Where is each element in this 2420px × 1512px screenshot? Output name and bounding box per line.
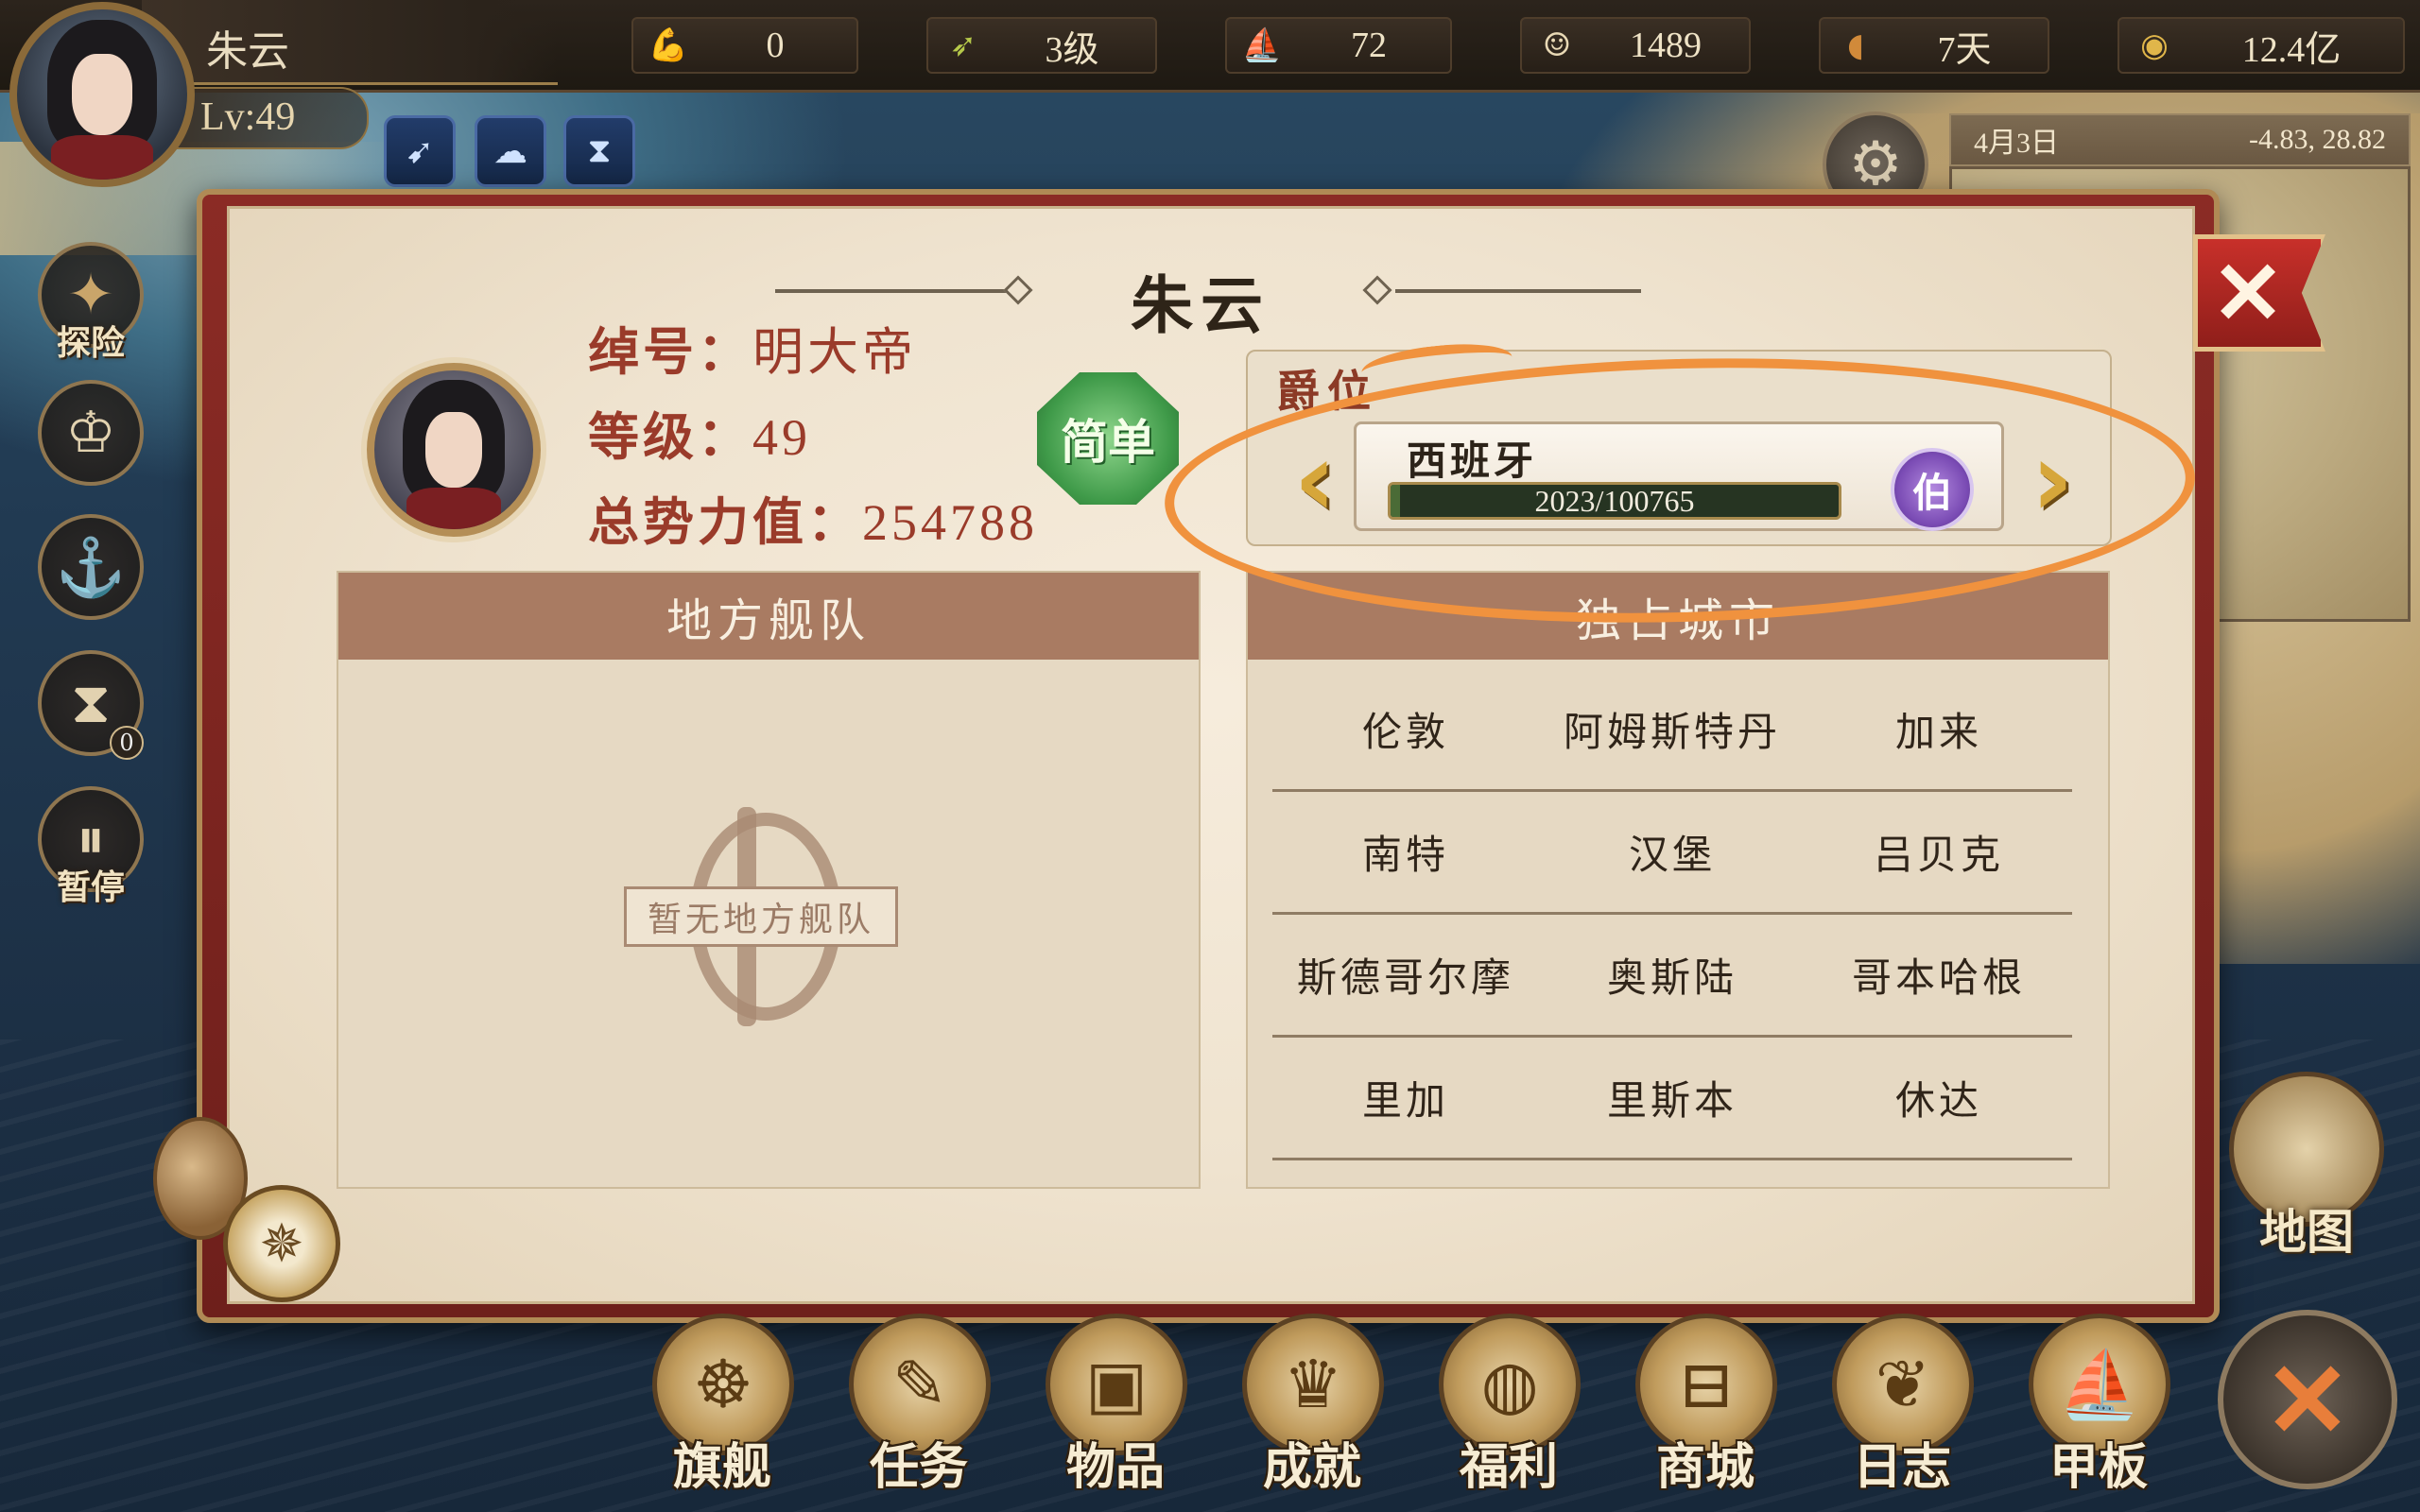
city-item[interactable]: 休达 bbox=[1806, 1069, 2072, 1126]
anchor-button[interactable]: ⚓ bbox=[38, 514, 144, 620]
level-label: 等级： bbox=[588, 406, 752, 467]
nickname-row: 绰号：明大帝 bbox=[588, 310, 917, 385]
bottom-menu-label: 福利 bbox=[1459, 1438, 1558, 1496]
bottom-menu-journal[interactable]: ❦ 日志 bbox=[1817, 1314, 1987, 1512]
bottom-menu-items[interactable]: ▣ 物品 bbox=[1030, 1314, 1201, 1512]
resource-ships[interactable]: ⛵ 72 bbox=[1225, 17, 1452, 74]
dialog-title: 朱云 bbox=[1131, 268, 1270, 342]
power-label: 总势力值： bbox=[588, 491, 862, 552]
city-row: 斯德哥尔摩 奥斯陆 哥本哈根 bbox=[1272, 915, 2072, 1038]
bottom-menu-label: 日志 bbox=[1852, 1438, 1951, 1496]
resource-sailors[interactable]: ☺ 1489 bbox=[1520, 17, 1751, 74]
bottom-menu-welfare[interactable]: ◍ 福利 bbox=[1424, 1314, 1594, 1512]
bread-icon: ◖ bbox=[1847, 26, 1864, 64]
power-row: 总势力值：254788 bbox=[588, 480, 1038, 555]
ship-coordinates: -4.83, 28.82 bbox=[2249, 124, 2386, 155]
city-row: 里加 里斯本 休达 bbox=[1272, 1038, 2072, 1160]
bottom-menu-label: 旗舰 bbox=[672, 1438, 771, 1496]
resource-value: 1489 bbox=[1630, 26, 1702, 65]
level-row: 等级：49 bbox=[588, 395, 811, 470]
player-name-plate bbox=[142, 0, 558, 85]
city-item[interactable]: 吕贝克 bbox=[1806, 823, 2072, 881]
player-avatar[interactable] bbox=[9, 2, 195, 187]
city-item[interactable]: 南特 bbox=[1272, 823, 1539, 881]
date-coordinates-box: 4月3日 -4.83, 28.82 bbox=[1949, 113, 2411, 166]
difficulty-label: 简单 bbox=[1037, 372, 1179, 505]
close-icon: ✕ bbox=[2211, 242, 2285, 344]
resource-value: 7天 bbox=[1937, 29, 1992, 70]
resource-gold[interactable]: ◉ 12.4亿 bbox=[2118, 17, 2405, 74]
crossed-swords-icon: ✕ bbox=[2263, 1338, 2352, 1461]
bottom-menu-label: 物品 bbox=[1065, 1438, 1165, 1496]
bottom-menu-shop[interactable]: ⊟ 商城 bbox=[1620, 1314, 1790, 1512]
player-name: 朱云 bbox=[206, 27, 289, 76]
bottom-menu-quests[interactable]: ✎ 任务 bbox=[834, 1314, 1004, 1512]
bottom-menu-label: 甲板 bbox=[2048, 1438, 2148, 1496]
game-date: 4月3日 bbox=[1974, 128, 2059, 159]
arrow-icon: ➶ bbox=[949, 26, 977, 64]
map-label: 地图 bbox=[2259, 1204, 2354, 1260]
resource-level[interactable]: ➶ 3级 bbox=[926, 17, 1157, 74]
city-row: 伦敦 阿姆斯特丹 加来 bbox=[1272, 669, 2072, 792]
nickname-value: 明大帝 bbox=[752, 322, 917, 382]
compass-icon[interactable]: ✵ bbox=[223, 1185, 340, 1302]
ship-icon: ⛵ bbox=[1241, 26, 1283, 64]
avatar-face bbox=[424, 411, 483, 489]
city-item[interactable]: 阿姆斯特丹 bbox=[1539, 700, 1806, 758]
resource-strength[interactable]: 💪 0 bbox=[631, 17, 858, 74]
power-value: 254788 bbox=[862, 494, 1038, 551]
city-item[interactable]: 斯德哥尔摩 bbox=[1272, 946, 1539, 1004]
local-fleet-header: 地方舰队 bbox=[338, 573, 1199, 660]
city-grid: 伦敦 阿姆斯特丹 加来 南特 汉堡 吕贝克 斯德哥尔摩 奥斯陆 哥本哈根 里加 … bbox=[1272, 669, 2072, 1160]
resource-value: 72 bbox=[1351, 26, 1387, 65]
anchor-icon: ⚓ bbox=[55, 534, 127, 601]
crown-icon: ♔ bbox=[65, 400, 116, 466]
city-item[interactable]: 奥斯陆 bbox=[1539, 946, 1806, 1004]
city-item[interactable]: 汉堡 bbox=[1539, 823, 1806, 881]
resource-value: 0 bbox=[766, 26, 785, 65]
explore-label: 探险 bbox=[56, 323, 125, 363]
city-item[interactable]: 里斯本 bbox=[1539, 1069, 1806, 1126]
city-item[interactable]: 伦敦 bbox=[1272, 700, 1539, 758]
avatar-collar bbox=[406, 488, 502, 529]
city-item[interactable]: 哥本哈根 bbox=[1806, 946, 2072, 1004]
player-level: Lv:49 bbox=[200, 95, 296, 139]
resource-value: 12.4亿 bbox=[2241, 29, 2342, 70]
bottom-menu-flagship[interactable]: ☸ 旗舰 bbox=[637, 1314, 807, 1512]
crown-button[interactable]: ♔ bbox=[38, 380, 144, 486]
avatar-face bbox=[71, 53, 133, 136]
hourglass-badge: 0 bbox=[110, 726, 144, 760]
feather-buff-icon[interactable]: ➹ bbox=[384, 115, 456, 187]
resource-value: 3级 bbox=[1045, 29, 1099, 70]
empty-fleet-emblem: 暂无地方舰队 bbox=[624, 807, 898, 1026]
city-item[interactable]: 加来 bbox=[1806, 700, 2072, 758]
level-value: 49 bbox=[752, 409, 811, 466]
character-avatar bbox=[367, 363, 541, 537]
empty-fleet-text: 暂无地方舰队 bbox=[624, 886, 898, 947]
city-row: 南特 汉堡 吕贝克 bbox=[1272, 792, 2072, 915]
bottom-menu-achievements[interactable]: ♛ 成就 bbox=[1227, 1314, 1397, 1512]
nickname-label: 绰号： bbox=[588, 321, 752, 382]
bottom-menu-label: 商城 bbox=[1655, 1438, 1754, 1496]
bottom-menu-label: 成就 bbox=[1262, 1438, 1361, 1496]
strength-arm-icon: 💪 bbox=[648, 26, 689, 64]
gold-coin-icon: ◉ bbox=[2140, 26, 2169, 64]
city-item[interactable]: 里加 bbox=[1272, 1069, 1539, 1126]
battle-button[interactable]: ✕ bbox=[2218, 1310, 2397, 1489]
sailor-icon: ☺ bbox=[1542, 26, 1572, 64]
title-ornament-right bbox=[1395, 289, 1641, 293]
title-ornament-left bbox=[775, 289, 1021, 293]
hourglass-icon: ⧗ bbox=[70, 670, 112, 736]
brain-buff-icon[interactable]: ☁ bbox=[475, 115, 546, 187]
bottom-menu-deck[interactable]: ⛵ 甲板 bbox=[2014, 1314, 2184, 1512]
bottom-menu-label: 任务 bbox=[869, 1438, 968, 1496]
hourglass-buff-icon[interactable]: ⧗ bbox=[563, 115, 635, 187]
resource-food[interactable]: ◖ 7天 bbox=[1819, 17, 2049, 74]
avatar-collar bbox=[51, 135, 153, 180]
pause-label: 暂停 bbox=[56, 868, 125, 907]
